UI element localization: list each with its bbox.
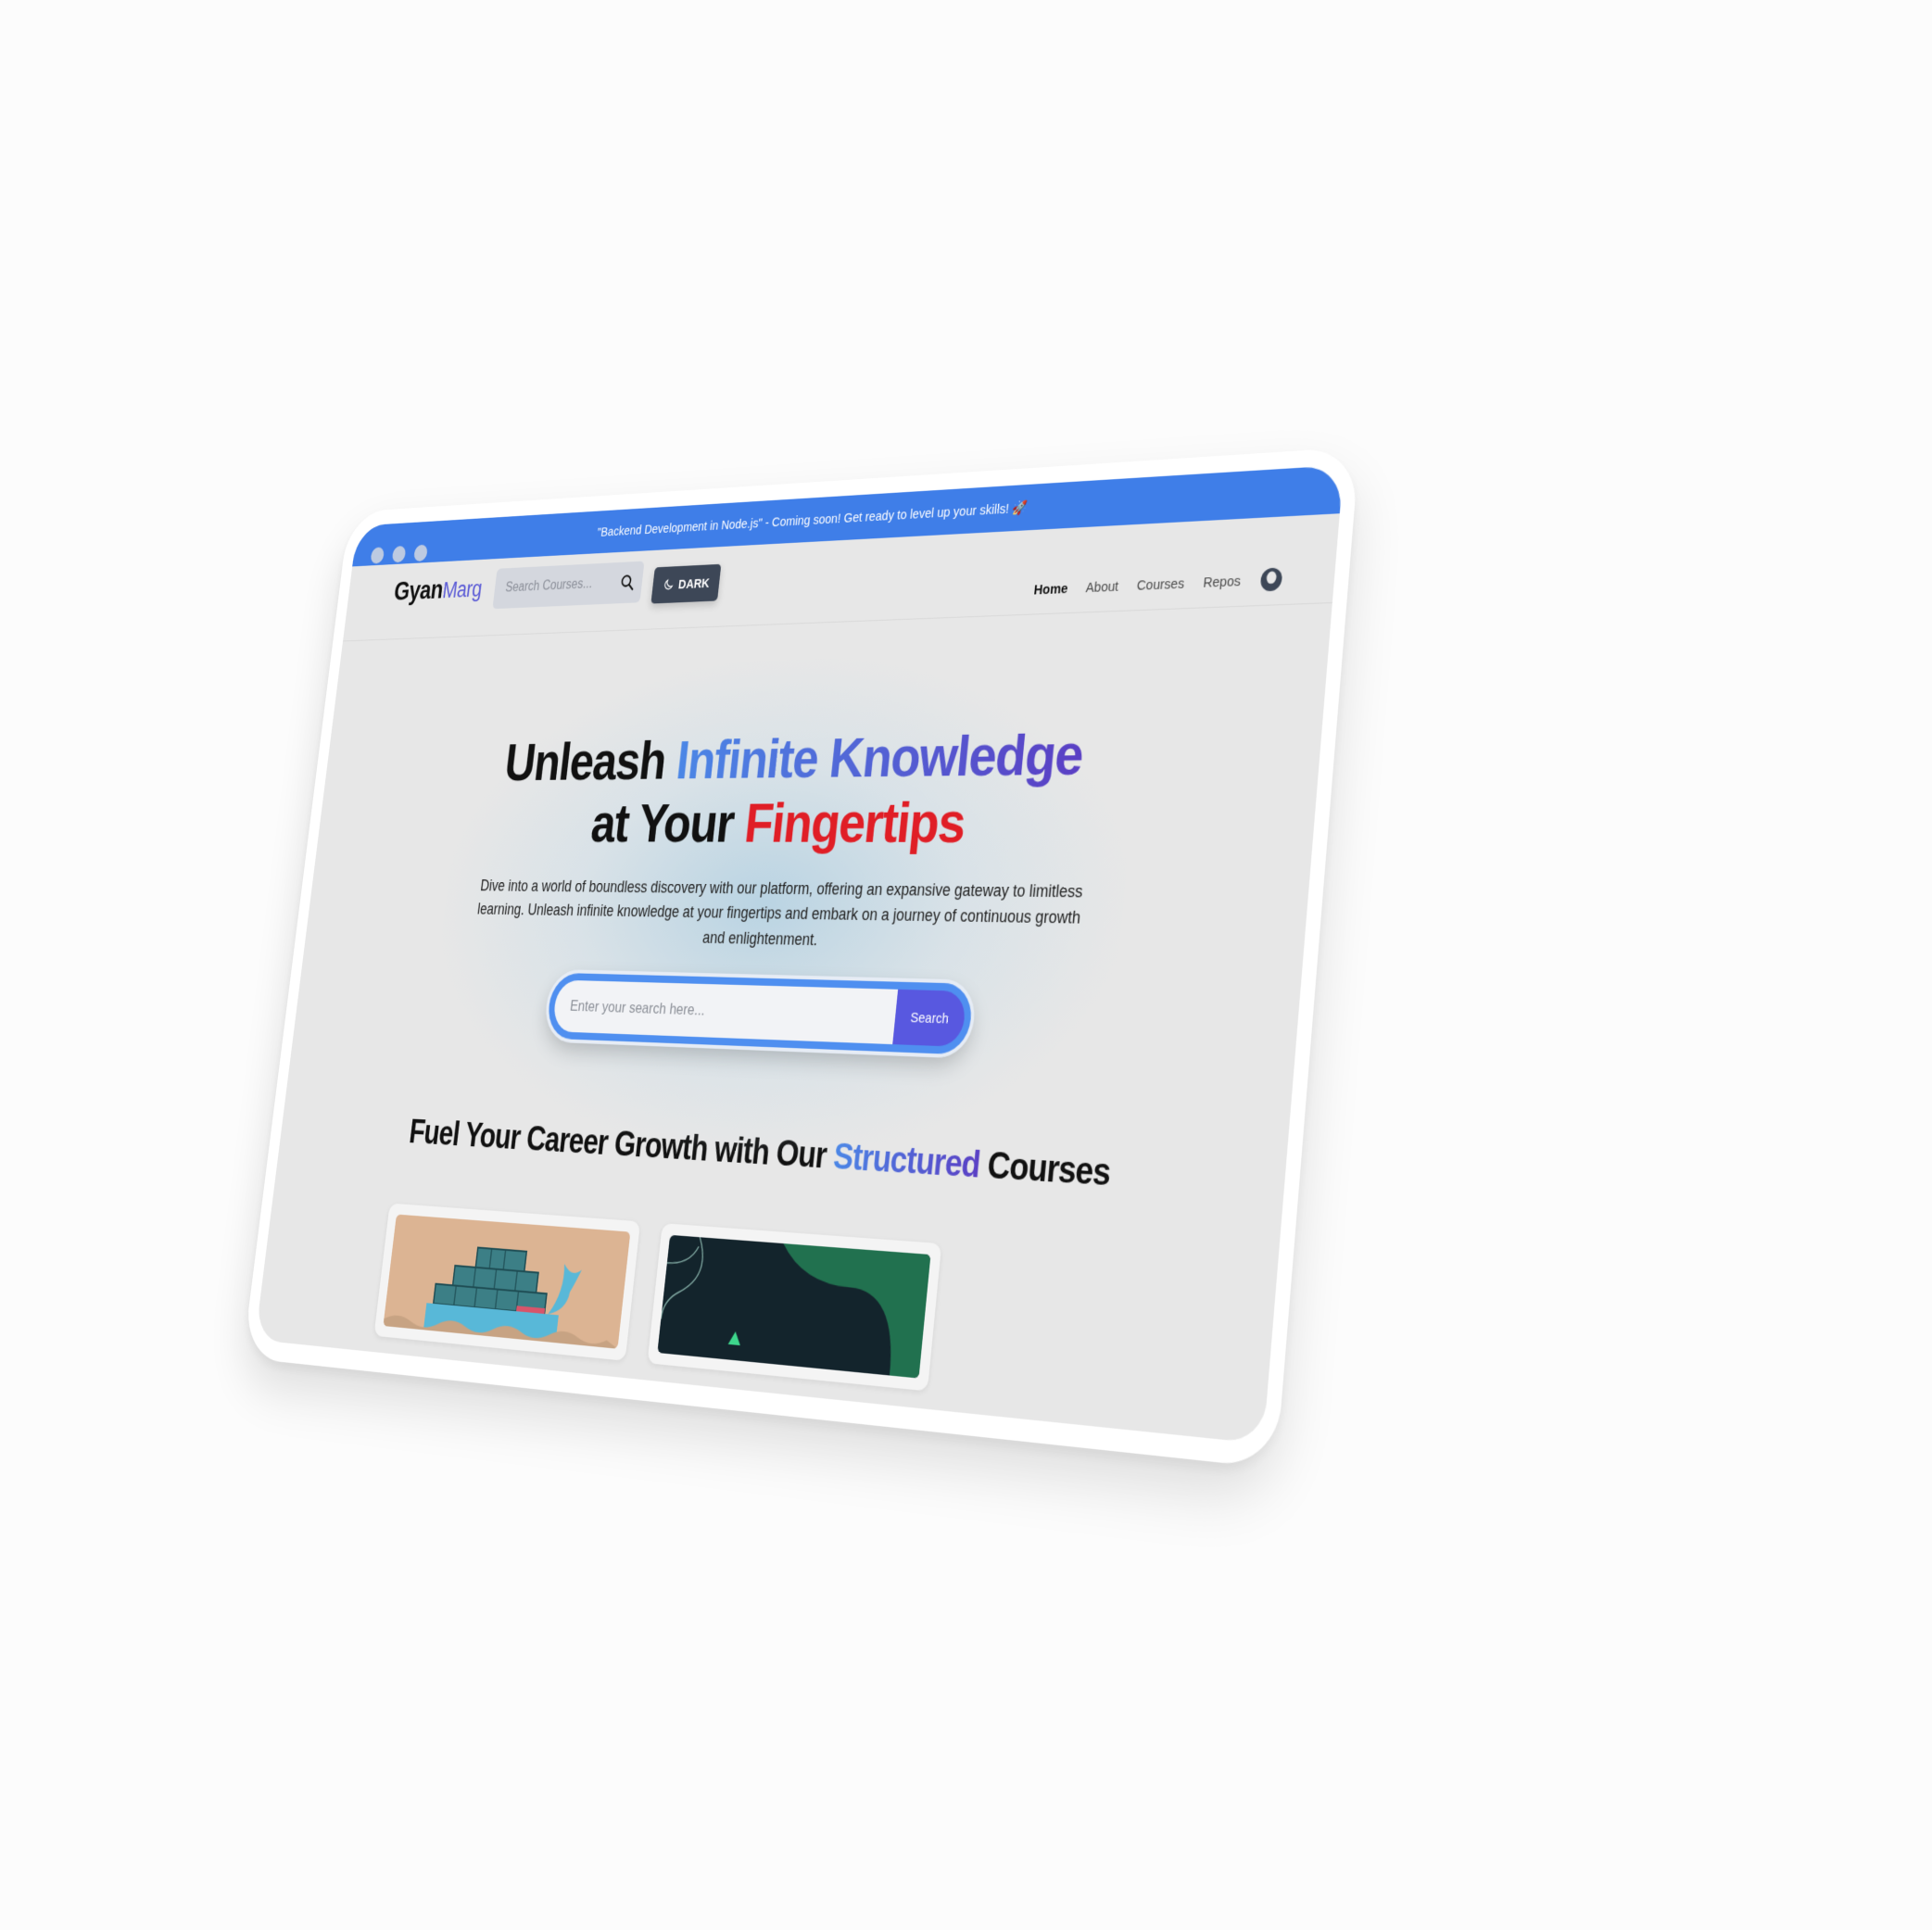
hero-headline: Unleash Infinite Knowledge at Your Finge… — [316, 716, 1323, 858]
courses-title-part2: Courses — [985, 1145, 1112, 1195]
course-card[interactable] — [373, 1203, 641, 1362]
window-dot-minimize[interactable] — [391, 545, 407, 563]
course-card[interactable] — [647, 1223, 942, 1392]
courses-section-title: Fuel Your Career Growth with Our Structu… — [280, 1106, 1286, 1206]
stage: "Backend Development in Node.js" - Comin… — [0, 0, 1932, 1930]
headline-highlight-knowledge: Infinite Knowledge — [673, 722, 1086, 791]
headline-part2: at Your — [587, 792, 738, 855]
hero-search-button[interactable]: Search — [892, 990, 967, 1048]
courses-title-highlight: Structured — [831, 1137, 982, 1187]
nav-link-repos[interactable]: Repos — [1203, 573, 1242, 590]
nav-link-courses[interactable]: Courses — [1136, 575, 1185, 594]
nav-search-input[interactable] — [502, 574, 617, 598]
courses-title-part1: Fuel Your Career Growth with Our — [407, 1114, 828, 1177]
nav-links: Home About Courses Repos — [1032, 566, 1283, 601]
nav-link-about[interactable]: About — [1085, 578, 1119, 596]
hero-search-bar: Search — [545, 972, 975, 1055]
hero-search-input[interactable] — [551, 979, 899, 1045]
hero-section: Unleash Infinite Knowledge at Your Finge… — [294, 603, 1332, 1175]
course-cards — [373, 1203, 1277, 1425]
avatar-icon[interactable] — [1259, 566, 1284, 592]
search-icon[interactable] — [619, 573, 637, 592]
nav-search-box — [492, 561, 645, 610]
theme-toggle-button[interactable]: DARK — [650, 563, 722, 604]
browser-screen: "Backend Development in Node.js" - Comin… — [255, 464, 1345, 1444]
headline-highlight-fingertips: Fingertips — [741, 790, 968, 856]
window-dot-close[interactable] — [370, 547, 385, 564]
course-thumbnail-node — [657, 1235, 931, 1379]
logo[interactable]: GyanMarg — [393, 573, 484, 607]
docker-illustration — [383, 1214, 631, 1350]
course-thumbnail-docker — [383, 1214, 631, 1350]
theme-toggle-label: DARK — [677, 575, 711, 592]
logo-first: Gyan — [392, 574, 445, 607]
hero-description: Dive into a world of boundless discovery… — [476, 876, 1084, 950]
window-controls — [370, 544, 429, 564]
logo-second: Marg — [441, 575, 484, 603]
node-illustration — [657, 1235, 931, 1379]
moon-icon — [662, 577, 675, 592]
window-dot-maximize[interactable] — [412, 544, 429, 562]
headline-part1: Unleash — [501, 730, 669, 793]
device-frame: "Backend Development in Node.js" - Comin… — [242, 447, 1360, 1470]
nav-link-home[interactable]: Home — [1033, 580, 1068, 598]
